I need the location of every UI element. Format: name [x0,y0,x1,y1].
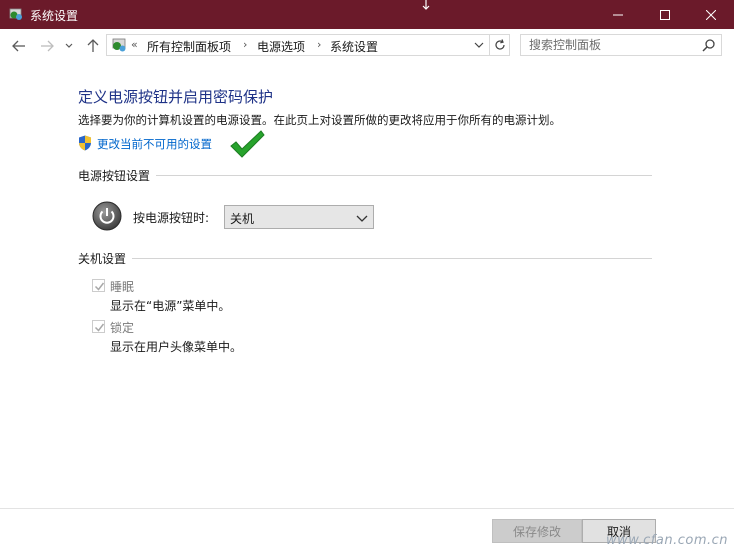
breadcrumb-power-options[interactable]: 电源选项 [257,38,305,55]
title-bar: 系统设置 [0,0,734,29]
maximize-icon [660,9,670,20]
checkmark-icon [94,323,105,332]
power-button-action-select[interactable]: 关机 [224,205,374,229]
checkmark-icon [94,282,105,291]
window-title: 系统设置 [30,9,79,23]
search-icon[interactable] [702,38,716,52]
maximize-button[interactable] [642,0,688,29]
save-changes-button[interactable]: 保存修改 [492,519,582,543]
up-button[interactable] [84,37,102,55]
chevron-down-icon [65,43,73,48]
breadcrumb-all-items[interactable]: 所有控制面板项 [147,38,231,55]
minimize-button[interactable] [595,0,641,29]
mouse-cursor-icon [422,0,430,10]
lock-label: 锁定 [110,321,135,335]
refresh-button[interactable] [490,34,510,56]
sleep-label: 睡眠 [110,280,135,294]
sleep-checkbox[interactable] [92,279,105,292]
arrow-up-icon [87,39,99,52]
power-button-label: 按电源按钮时: [133,211,210,225]
chevron-down-icon [474,42,484,48]
watermark: www.cfan.com.cn [605,533,728,548]
sleep-description: 显示在“电源”菜单中。 [110,299,231,313]
breadcrumb-separator[interactable]: › [243,38,247,51]
arrow-right-icon [41,40,54,52]
back-button[interactable] [10,37,28,55]
change-unavailable-settings-link[interactable]: 更改当前不可用的设置 [97,136,212,152]
breadcrumb-separator[interactable]: › [317,38,321,51]
footer-divider [0,508,734,509]
search-box[interactable] [520,34,722,56]
uac-shield-icon [79,135,91,151]
chevron-down-icon [356,215,368,222]
page-title: 定义电源按钮并启用密码保护 [78,88,274,106]
breadcrumb-overflow[interactable]: « [131,38,138,51]
power-button-section-title: 电源按钮设置 [78,169,151,183]
power-button-action-value: 关机 [230,212,255,226]
close-icon [706,9,716,20]
control-panel-app-icon [9,8,22,20]
address-dropdown-button[interactable] [471,37,487,53]
page-description: 选择要为你的计算机设置的电源设置。在此页上对设置所做的更改将应用于你所有的电源计… [78,113,561,127]
green-checkmark-icon [230,130,265,158]
address-bar[interactable]: « 所有控制面板项 › 电源选项 › 系统设置 [106,34,490,56]
recent-locations-button[interactable] [63,37,75,55]
breadcrumb-system-settings[interactable]: 系统设置 [330,38,378,55]
lock-checkbox[interactable] [92,320,105,333]
minimize-icon [613,14,623,15]
section-divider [156,175,652,176]
section-divider [132,258,652,259]
search-input[interactable] [529,35,699,55]
lock-description: 显示在用户头像菜单中。 [110,340,243,354]
power-icon [92,201,122,231]
refresh-icon [494,39,505,50]
arrow-left-icon [12,40,25,52]
forward-button[interactable] [38,37,56,55]
shutdown-section-title: 关机设置 [78,252,127,266]
close-button[interactable] [688,0,734,29]
control-panel-icon [112,38,126,52]
